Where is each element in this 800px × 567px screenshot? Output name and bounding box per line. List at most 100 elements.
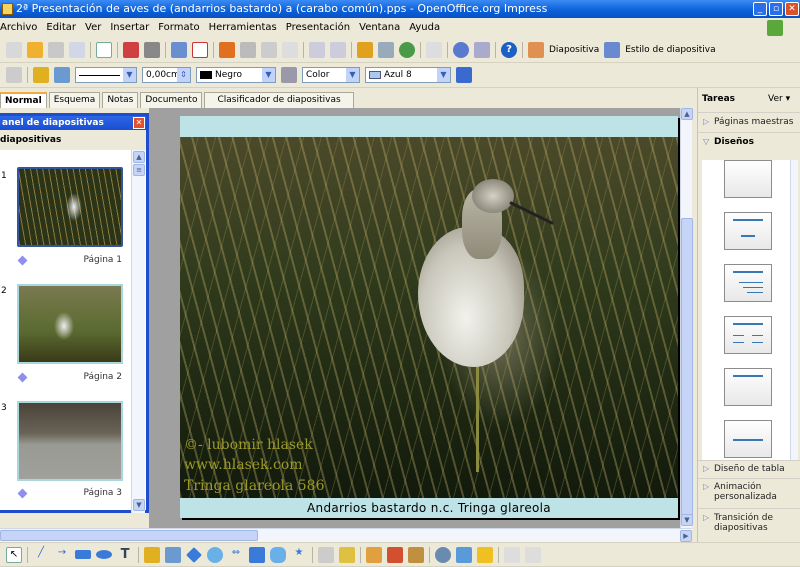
tab-esquema[interactable]: Esquema [48, 92, 101, 108]
slide[interactable]: ©- lubomir hlasek www.hlasek.com Tringa … [180, 116, 678, 518]
spellcheck-icon[interactable] [171, 42, 187, 58]
scroll-down-button[interactable]: ▼ [133, 499, 145, 511]
print-icon[interactable] [144, 42, 160, 58]
line-style-select[interactable]: ▼ [75, 67, 137, 83]
scroll-thumb[interactable]: ≡ [133, 164, 145, 176]
group-icon[interactable] [504, 546, 520, 563]
layout-title-only[interactable] [724, 368, 772, 406]
shadow-icon[interactable] [456, 67, 472, 83]
tab-clasificador[interactable]: Clasificador de diapositivas [204, 92, 354, 108]
tab-notas[interactable]: Notas [102, 92, 139, 108]
glue-points-icon[interactable] [339, 546, 355, 563]
line-icon[interactable] [33, 67, 49, 83]
edit-points-icon[interactable] [318, 546, 334, 563]
menu-herramientas[interactable]: Herramientas [209, 22, 277, 33]
menu-ventana[interactable]: Ventana [359, 22, 400, 33]
bird-photo[interactable]: ©- lubomir hlasek www.hlasek.com Tringa … [180, 137, 678, 498]
layout-centered-text[interactable] [724, 420, 772, 458]
layout-title-two-columns[interactable] [724, 316, 772, 354]
email-icon[interactable] [69, 42, 85, 58]
draw-functions-icon[interactable] [453, 42, 469, 58]
redo-icon[interactable] [330, 42, 346, 58]
area-color-select[interactable]: Azul 8 ▼ [365, 67, 451, 83]
curve-tool-icon[interactable] [144, 546, 160, 563]
line-color-select[interactable]: Negro ▼ [196, 67, 276, 83]
slide-thumbnail-3[interactable] [17, 401, 123, 481]
update-icon[interactable] [767, 20, 783, 36]
gallery-icon[interactable] [408, 546, 424, 563]
select-icon[interactable]: ↖ [6, 546, 22, 563]
table-icon[interactable] [378, 42, 394, 58]
arrange-icon[interactable] [477, 546, 493, 563]
menu-insertar[interactable]: Insertar [110, 22, 149, 33]
basic-shapes-icon[interactable] [186, 546, 202, 563]
menu-ver[interactable]: Ver [85, 22, 101, 33]
effects-icon[interactable] [525, 546, 541, 563]
tab-documento[interactable]: Documento [140, 92, 203, 108]
open-icon[interactable] [27, 42, 43, 58]
text-tool-icon[interactable]: T [117, 547, 133, 563]
line-width-field[interactable]: 0,00cm ⇕ [142, 67, 191, 83]
section-table-design[interactable]: Diseño de tabla [698, 460, 800, 478]
maximize-button[interactable]: ▫ [769, 2, 783, 16]
points-icon[interactable] [6, 67, 22, 83]
scroll-down-button[interactable]: ▼ [681, 514, 693, 526]
paste-icon[interactable] [261, 42, 277, 58]
menu-ayuda[interactable]: Ayuda [409, 22, 440, 33]
scroll-up-button[interactable]: ▲ [681, 108, 693, 120]
section-slide-transition[interactable]: Transición de diapositivas [698, 508, 800, 540]
pdf-icon[interactable] [123, 42, 139, 58]
arrow-tool-icon[interactable]: → [54, 547, 70, 563]
connector-tool-icon[interactable] [165, 546, 181, 563]
grid-icon[interactable] [426, 42, 442, 58]
cut-icon[interactable] [219, 42, 235, 58]
zoom-icon[interactable] [474, 42, 490, 58]
save-icon[interactable] [48, 42, 64, 58]
section-custom-animation[interactable]: Animación personalizada [698, 478, 800, 508]
task-pane-view-menu[interactable]: Ver ▾ [768, 94, 790, 104]
symbol-shapes-icon[interactable] [207, 546, 223, 563]
minimize-button[interactable]: _ [753, 2, 767, 16]
layout-blank[interactable] [724, 160, 772, 198]
tab-normal[interactable]: Normal [0, 92, 47, 108]
insert-image-icon[interactable] [387, 546, 403, 563]
block-arrows-icon[interactable]: ⇔ [228, 547, 244, 563]
area-style-select[interactable]: Color ▼ [302, 67, 360, 83]
layout-title-content[interactable] [724, 264, 772, 302]
slide-thumbnail-2[interactable] [17, 284, 123, 364]
ellipse-tool-icon[interactable] [96, 550, 112, 559]
menu-presentacion[interactable]: Presentación [286, 22, 350, 33]
slide-caption[interactable]: Andarrios bastardo n.c. Tringa glareola [180, 498, 678, 518]
horizontal-scroll-thumb[interactable] [0, 530, 258, 541]
horizontal-scrollbar[interactable]: ▶ [0, 528, 692, 542]
fontwork-icon[interactable] [366, 546, 382, 563]
callouts-icon[interactable] [270, 546, 286, 563]
autospellcheck-icon[interactable] [192, 42, 208, 58]
slide-thumbnail-1[interactable] [17, 167, 123, 247]
edit-file-icon[interactable] [96, 42, 112, 58]
alignment-icon[interactable] [456, 546, 472, 563]
chart-icon[interactable] [357, 42, 373, 58]
menu-archivo[interactable]: Archivo [0, 22, 37, 33]
area-fill-icon[interactable] [281, 67, 297, 83]
undo-icon[interactable] [309, 42, 325, 58]
rectangle-tool-icon[interactable] [75, 550, 91, 559]
help-icon[interactable]: ? [501, 42, 517, 58]
vertical-scrollbar[interactable]: ▲ ▼ [680, 108, 693, 528]
flowchart-icon[interactable] [249, 546, 265, 563]
section-master-pages[interactable]: Páginas maestras [698, 112, 800, 132]
vertical-scroll-thumb[interactable] [681, 218, 693, 518]
scroll-right-button[interactable]: ▶ [680, 530, 692, 542]
slide-panel-scrollbar[interactable]: ▲ ≡ ▼ [131, 150, 145, 513]
extrusion-icon[interactable] [435, 546, 451, 563]
close-button[interactable]: ✕ [785, 2, 799, 16]
menu-editar[interactable]: Editar [46, 22, 76, 33]
navigator-icon[interactable] [399, 42, 415, 58]
section-layouts[interactable]: ▽ Diseños [698, 132, 800, 152]
menu-formato[interactable]: Formato [158, 22, 199, 33]
scroll-up-button[interactable]: ▲ [133, 151, 145, 163]
layouts-scrollbar[interactable] [790, 160, 798, 460]
slide-button[interactable]: Diapositiva [549, 45, 599, 55]
new-icon[interactable] [6, 42, 22, 58]
line-tool-icon[interactable]: ╱ [33, 547, 49, 563]
